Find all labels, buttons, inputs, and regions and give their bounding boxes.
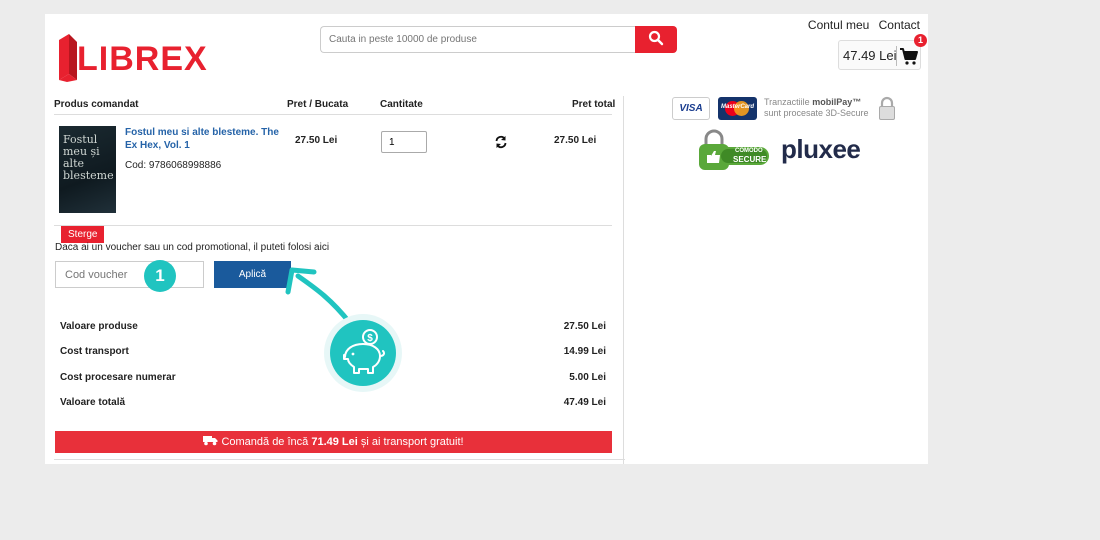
free-shipping-banner: Comandă de încă 71.49 Lei și ai transpor… — [55, 431, 612, 453]
top-links: Contul meu Contact — [802, 18, 920, 32]
pluxee-logo: pluxee — [781, 134, 861, 164]
search-button[interactable] — [635, 26, 677, 53]
mastercard-text: MasterCard — [721, 104, 755, 110]
summary-label: Valoare totală — [60, 397, 126, 408]
comodo-text: COMODO — [735, 148, 763, 154]
piggy-bank-icon: $ — [324, 314, 402, 392]
search-bar — [320, 26, 677, 53]
voucher-input[interactable] — [55, 261, 204, 288]
line-total: 27.50 Lei — [554, 135, 597, 146]
shopping-cart-icon — [900, 48, 918, 65]
mobilpay-brand: mobilPay™ — [812, 97, 862, 107]
comodo-secure-badge: COMODO SECURE — [697, 129, 772, 171]
cart-count-badge: 1 — [914, 34, 927, 47]
summary-label: Cost procesare numerar — [60, 372, 176, 383]
summary-row: Valoare totală 47.49 Lei — [60, 397, 606, 408]
svg-text:$: $ — [367, 333, 373, 344]
step-number-badge: 1 — [144, 260, 176, 292]
summary-label: Cost transport — [60, 346, 129, 357]
search-input[interactable] — [320, 26, 638, 53]
unit-price: 27.50 Lei — [295, 135, 338, 146]
truck-icon — [203, 436, 218, 446]
summary-value: 14.99 Lei — [563, 346, 606, 357]
header-divider — [54, 114, 612, 115]
logo-text: LIBREX — [77, 40, 208, 78]
mobilpay-badge: Tranzactiile mobilPay™ sunt procesate 3D… — [764, 97, 884, 119]
free-shipping-prefix: Comandă de încă — [221, 436, 309, 448]
mobilpay-prefix: Tranzactiile — [764, 97, 810, 107]
summary-value: 47.49 Lei — [563, 397, 606, 408]
header-quantity: Cantitate — [380, 99, 423, 110]
secure-text: SECURE — [733, 155, 767, 164]
bottom-divider — [54, 459, 625, 460]
contact-link[interactable]: Contact — [879, 18, 920, 32]
product-code: Cod: 9786068998886 — [125, 160, 222, 171]
padlock-icon — [879, 96, 895, 120]
header-total: Pret total — [572, 99, 616, 110]
refresh-icon[interactable] — [494, 135, 508, 149]
column-divider — [623, 96, 624, 464]
mastercard-badge: MasterCard — [718, 97, 757, 120]
voucher-label: Daca ai un voucher sau un cod promotiona… — [55, 242, 330, 253]
summary-label: Valoare produse — [60, 321, 138, 332]
book-cover-title: Fostul meu și alte blesteme — [63, 133, 114, 182]
summary-value: 27.50 Lei — [563, 321, 606, 332]
mobilpay-secure-text: sunt procesate 3D-Secure — [764, 108, 869, 118]
header-product: Produs comandat — [54, 99, 139, 110]
cart-divider — [896, 46, 897, 66]
header-unit-price: Pret / Bucata — [287, 99, 349, 110]
book-cover[interactable]: Fostul meu și alte blesteme Sterge — [59, 126, 116, 243]
quantity-input[interactable] — [381, 131, 427, 153]
librex-logo[interactable]: LIBREX — [55, 34, 207, 82]
summary-value: 5.00 Lei — [569, 372, 606, 383]
cart-button[interactable]: 47.49 Lei 1 — [838, 34, 927, 70]
product-name-link[interactable]: Fostul meu si alte blesteme. The Ex Hex,… — [125, 126, 285, 152]
page: LIBREX Contul meu Contact 47.49 Lei 1 VI… — [45, 14, 928, 464]
search-icon — [648, 30, 664, 46]
account-link[interactable]: Contul meu — [808, 18, 869, 32]
free-shipping-amount: 71.49 Lei — [311, 436, 358, 448]
cart-total: 47.49 Lei — [843, 48, 897, 63]
item-divider — [54, 225, 612, 226]
visa-badge: VISA — [672, 97, 710, 120]
free-shipping-suffix: și ai transport gratuit! — [360, 436, 464, 448]
remove-item-button[interactable]: Sterge — [61, 226, 105, 243]
